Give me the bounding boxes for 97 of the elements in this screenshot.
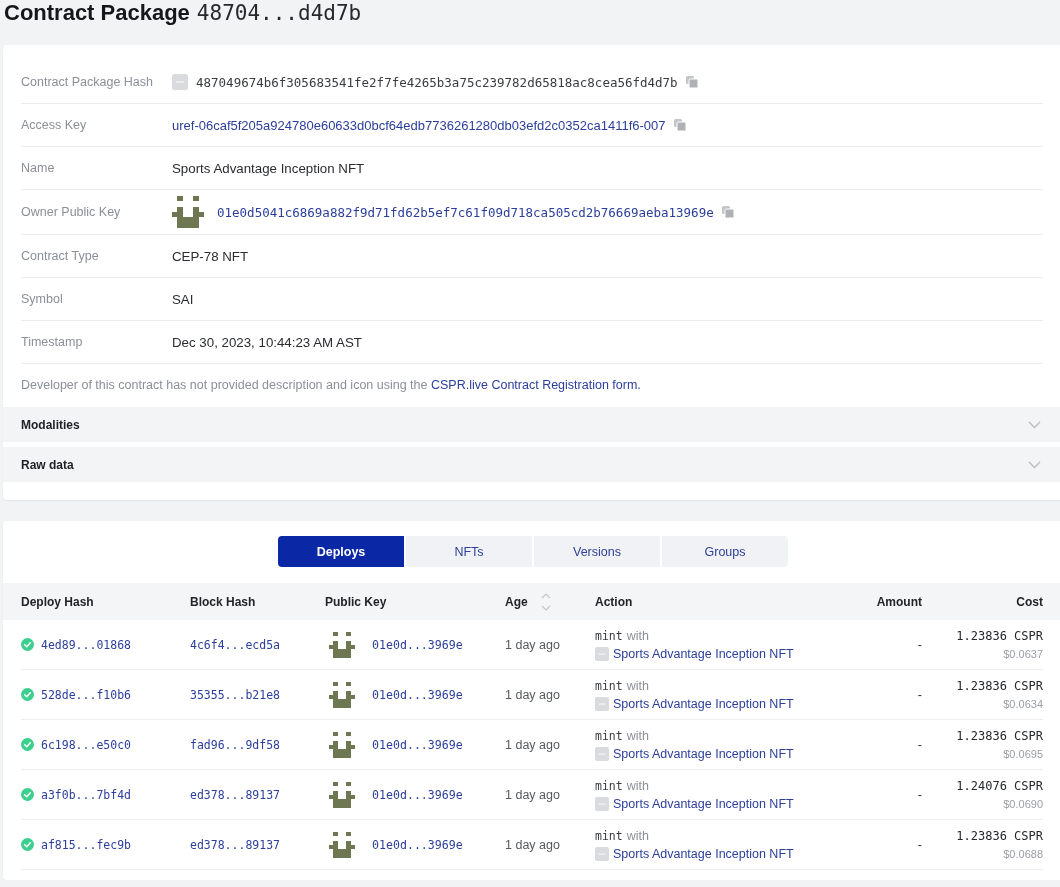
registration-form-link[interactable]: CSPR.live Contract Registration form. <box>431 378 641 392</box>
tab[interactable]: NFTs <box>406 536 532 567</box>
column-header: Age <box>505 594 528 609</box>
copy-icon[interactable] <box>685 76 698 88</box>
public-key-link[interactable]: 01e0d5041c6869a882f9d71fd62b5ef7c61f09d718ca505cd2b76669aeba13969e <box>217 204 714 220</box>
block-hash-link[interactable]: 4c6f4...ecd5a <box>190 637 280 652</box>
identicon-avatar-icon <box>172 196 204 228</box>
action-method: mint <box>595 828 623 843</box>
block-hash-link[interactable]: ed378...89137 <box>190 837 280 852</box>
hash-value: 487049674b6f305683541fe2f7fe4265b3a75c239782d65818ac8cea56fd4d7b <box>196 74 678 90</box>
cost-value: 1.23836 CSPR <box>956 628 1043 645</box>
tab[interactable]: Groups <box>662 536 788 567</box>
registration-note: Developer of this contract has not provided description and icon using the CSPR.live Contract Registration form. <box>21 377 642 394</box>
age-text: 1 day ago <box>505 837 560 852</box>
token-placeholder-icon <box>595 646 609 661</box>
column-header: Block Hash <box>190 594 256 609</box>
age-text: 1 day ago <box>505 737 560 752</box>
public-key-link[interactable]: 01e0d...3969e <box>372 687 463 702</box>
cost-value: 1.23836 CSPR <box>956 728 1043 745</box>
cost-value: 1.23836 CSPR <box>956 828 1043 845</box>
detail-label: Timestamp <box>21 335 84 349</box>
block-hash-link[interactable]: ed378...89137 <box>190 787 280 802</box>
contract-link[interactable]: Sports Advantage Inception NFT <box>613 796 794 811</box>
detail-label: Access Key <box>21 118 88 132</box>
contract-link[interactable]: Sports Advantage Inception NFT <box>613 846 794 861</box>
detail-value: Dec 30, 2023, 10:44:23 AM AST <box>172 334 362 350</box>
detail-value: SAI <box>172 291 194 307</box>
action-method: mint <box>595 728 623 743</box>
page-title: Contract Package <box>4 0 190 26</box>
token-placeholder-icon <box>172 74 188 90</box>
amount-value: - <box>917 837 922 852</box>
deploy-hash-link[interactable]: 6c198...e50c0 <box>41 737 131 752</box>
cost-value: 1.24076 CSPR <box>956 778 1043 795</box>
amount-value: - <box>917 737 922 752</box>
action-method: mint <box>595 628 623 643</box>
public-key-link[interactable]: 01e0d...3969e <box>372 737 463 752</box>
deploy-hash-link[interactable]: af815...fec9b <box>41 837 131 852</box>
sort-icon[interactable] <box>540 591 551 612</box>
detail-label: Contract Type <box>21 249 100 263</box>
action-connector: with <box>626 828 649 843</box>
amount-value: - <box>917 787 922 802</box>
deploy-hash-link[interactable]: 4ed89...01868 <box>41 637 131 652</box>
block-hash-link[interactable]: 35355...b21e8 <box>190 687 280 702</box>
tab[interactable]: Versions <box>534 536 660 567</box>
age-text: 1 day ago <box>505 637 560 652</box>
detail-value: Sports Advantage Inception NFT <box>172 160 365 176</box>
tab[interactable]: Deploys <box>278 536 404 567</box>
identicon-avatar-icon <box>329 731 355 758</box>
identicon-avatar-icon <box>329 781 355 808</box>
action-connector: with <box>626 778 649 793</box>
accordion-section[interactable]: Raw data <box>3 447 1060 482</box>
action-connector: with <box>626 728 649 743</box>
age-text: 1 day ago <box>505 787 560 802</box>
cost-value: 1.23836 CSPR <box>956 678 1043 695</box>
action-method: mint <box>595 678 623 693</box>
detail-label: Contract Package Hash <box>21 75 154 89</box>
token-placeholder-icon <box>595 746 609 761</box>
column-header: Deploy Hash <box>21 594 94 609</box>
public-key-link[interactable]: 01e0d...3969e <box>372 787 463 802</box>
age-text: 1 day ago <box>505 687 560 702</box>
cost-usd-value: $0.0637 <box>1003 647 1043 662</box>
column-header: Public Key <box>325 594 387 609</box>
copy-icon[interactable] <box>673 119 686 131</box>
detail-value: CEP-78 NFT <box>172 248 249 264</box>
access-key-link[interactable]: uref-06caf5f205a924780e60633d0bcf64edb7736261280db03efd2c0352ca1411f6-007 <box>172 117 666 133</box>
token-placeholder-icon <box>595 696 609 711</box>
cost-usd-value: $0.0634 <box>1003 697 1043 712</box>
public-key-link[interactable]: 01e0d...3969e <box>372 637 463 652</box>
token-placeholder-icon <box>595 846 609 861</box>
cost-usd-value: $0.0690 <box>1003 797 1043 812</box>
detail-label: Owner Public Key <box>21 205 122 219</box>
column-header: Cost <box>1016 594 1043 609</box>
deploy-hash-link[interactable]: a3f0b...7bf4d <box>41 787 131 802</box>
action-connector: with <box>626 678 649 693</box>
deploy-hash-link[interactable]: 528de...f10b6 <box>41 687 131 702</box>
package-hash-title: 48704...d4d7b <box>196 0 362 26</box>
cost-usd-value: $0.0688 <box>1003 847 1043 862</box>
action-method: mint <box>595 778 623 793</box>
identicon-avatar-icon <box>329 681 355 708</box>
accordion-section[interactable]: Modalities <box>3 407 1060 442</box>
column-header: Action <box>595 594 633 609</box>
contract-link[interactable]: Sports Advantage Inception NFT <box>613 696 794 711</box>
contract-link[interactable]: Sports Advantage Inception NFT <box>613 746 794 761</box>
amount-value: - <box>917 637 922 652</box>
action-connector: with <box>626 628 649 643</box>
column-header: Amount <box>876 594 922 609</box>
amount-value: - <box>917 687 922 702</box>
token-placeholder-icon <box>595 796 609 811</box>
detail-label: Symbol <box>21 292 64 306</box>
identicon-avatar-icon <box>329 631 355 658</box>
identicon-avatar-icon <box>329 831 355 858</box>
copy-icon[interactable] <box>721 206 734 218</box>
block-hash-link[interactable]: fad96...9df58 <box>190 737 280 752</box>
cost-usd-value: $0.0695 <box>1003 747 1043 762</box>
detail-label: Name <box>21 161 56 175</box>
public-key-link[interactable]: 01e0d...3969e <box>372 837 463 852</box>
contract-link[interactable]: Sports Advantage Inception NFT <box>613 646 794 661</box>
